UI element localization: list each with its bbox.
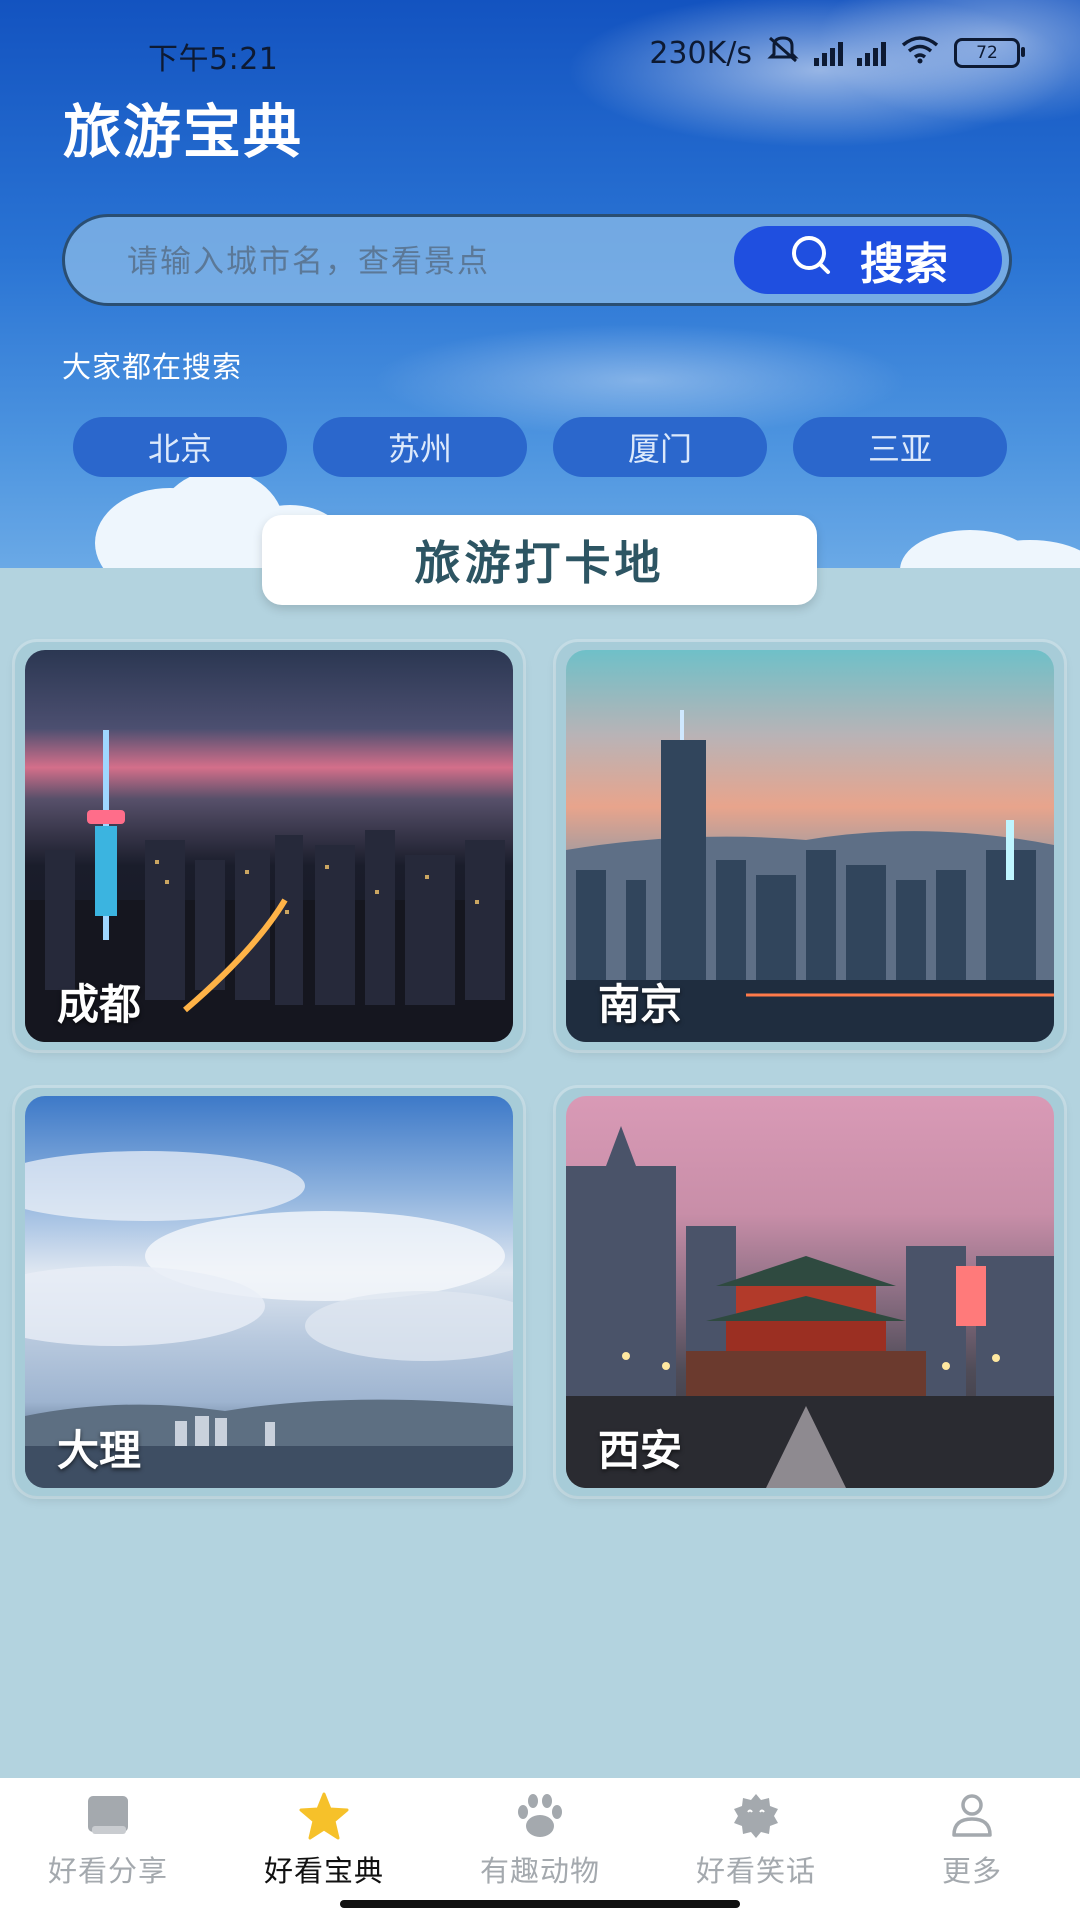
city-card-dali[interactable]: 大理 <box>15 1088 523 1496</box>
popular-searches-label: 大家都在搜索 <box>62 350 243 384</box>
nav-item-more[interactable]: 更多 <box>864 1792 1080 1890</box>
bottom-navigation: 好看分享 好看宝典 有趣动物 好看笑话 更多 <box>0 1778 1080 1920</box>
section-title: 旅游打卡地 <box>262 515 817 605</box>
nav-item-animals[interactable]: 有趣动物 <box>432 1792 648 1890</box>
city-name: 成都 <box>57 980 142 1029</box>
star-icon <box>298 1792 350 1840</box>
signal-icon <box>857 40 886 66</box>
chip-xiamen[interactable]: 厦门 <box>553 417 767 477</box>
status-indicators: 230K/s 72 <box>649 34 1025 72</box>
popular-search-chips: 北京 苏州 厦门 三亚 <box>73 417 1007 477</box>
app-title: 旅游宝典 <box>63 98 304 166</box>
nav-item-jokes[interactable]: 好看笑话 <box>648 1792 864 1890</box>
status-time: 下午5:21 <box>148 42 279 77</box>
status-bar: 下午5:21 230K/s 72 <box>0 34 1080 78</box>
paw-icon <box>514 1792 566 1840</box>
nav-label: 好看笑话 <box>695 1854 816 1888</box>
city-name: 南京 <box>598 980 683 1029</box>
battery-icon: 72 <box>954 38 1025 68</box>
hero-sky-header: 下午5:21 230K/s 72 旅游宝典 搜索 大家都在搜索 北京 苏州 厦门 <box>0 0 1080 568</box>
nav-item-guide[interactable]: 好看宝典 <box>216 1792 432 1890</box>
nav-label: 好看宝典 <box>263 1854 384 1888</box>
mute-icon <box>766 34 800 72</box>
search-button-label: 搜索 <box>860 239 948 290</box>
search-button[interactable]: 搜索 <box>734 226 1002 294</box>
network-speed: 230K/s <box>649 35 752 71</box>
city-name: 大理 <box>57 1426 142 1475</box>
nav-label: 更多 <box>941 1854 1002 1888</box>
person-icon <box>946 1792 998 1840</box>
nav-label: 有趣动物 <box>479 1854 600 1888</box>
wifi-icon <box>900 34 940 72</box>
signal-icon <box>814 40 843 66</box>
chip-beijing[interactable]: 北京 <box>73 417 287 477</box>
nav-label: 好看分享 <box>47 1854 168 1888</box>
chip-sanya[interactable]: 三亚 <box>793 417 1007 477</box>
city-card-xian[interactable]: 西安 <box>556 1088 1064 1496</box>
search-icon <box>788 232 834 289</box>
book-icon <box>82 1792 134 1840</box>
city-name: 西安 <box>598 1426 683 1475</box>
chip-suzhou[interactable]: 苏州 <box>313 417 527 477</box>
smile-badge-icon <box>730 1792 782 1840</box>
nav-item-share[interactable]: 好看分享 <box>0 1792 216 1890</box>
home-indicator[interactable] <box>340 1900 740 1908</box>
search-input[interactable] <box>125 241 729 283</box>
city-card-nanjing[interactable]: 南京 <box>556 642 1064 1050</box>
city-card-chengdu[interactable]: 成都 <box>15 642 523 1050</box>
search-bar: 搜索 <box>62 214 1012 306</box>
